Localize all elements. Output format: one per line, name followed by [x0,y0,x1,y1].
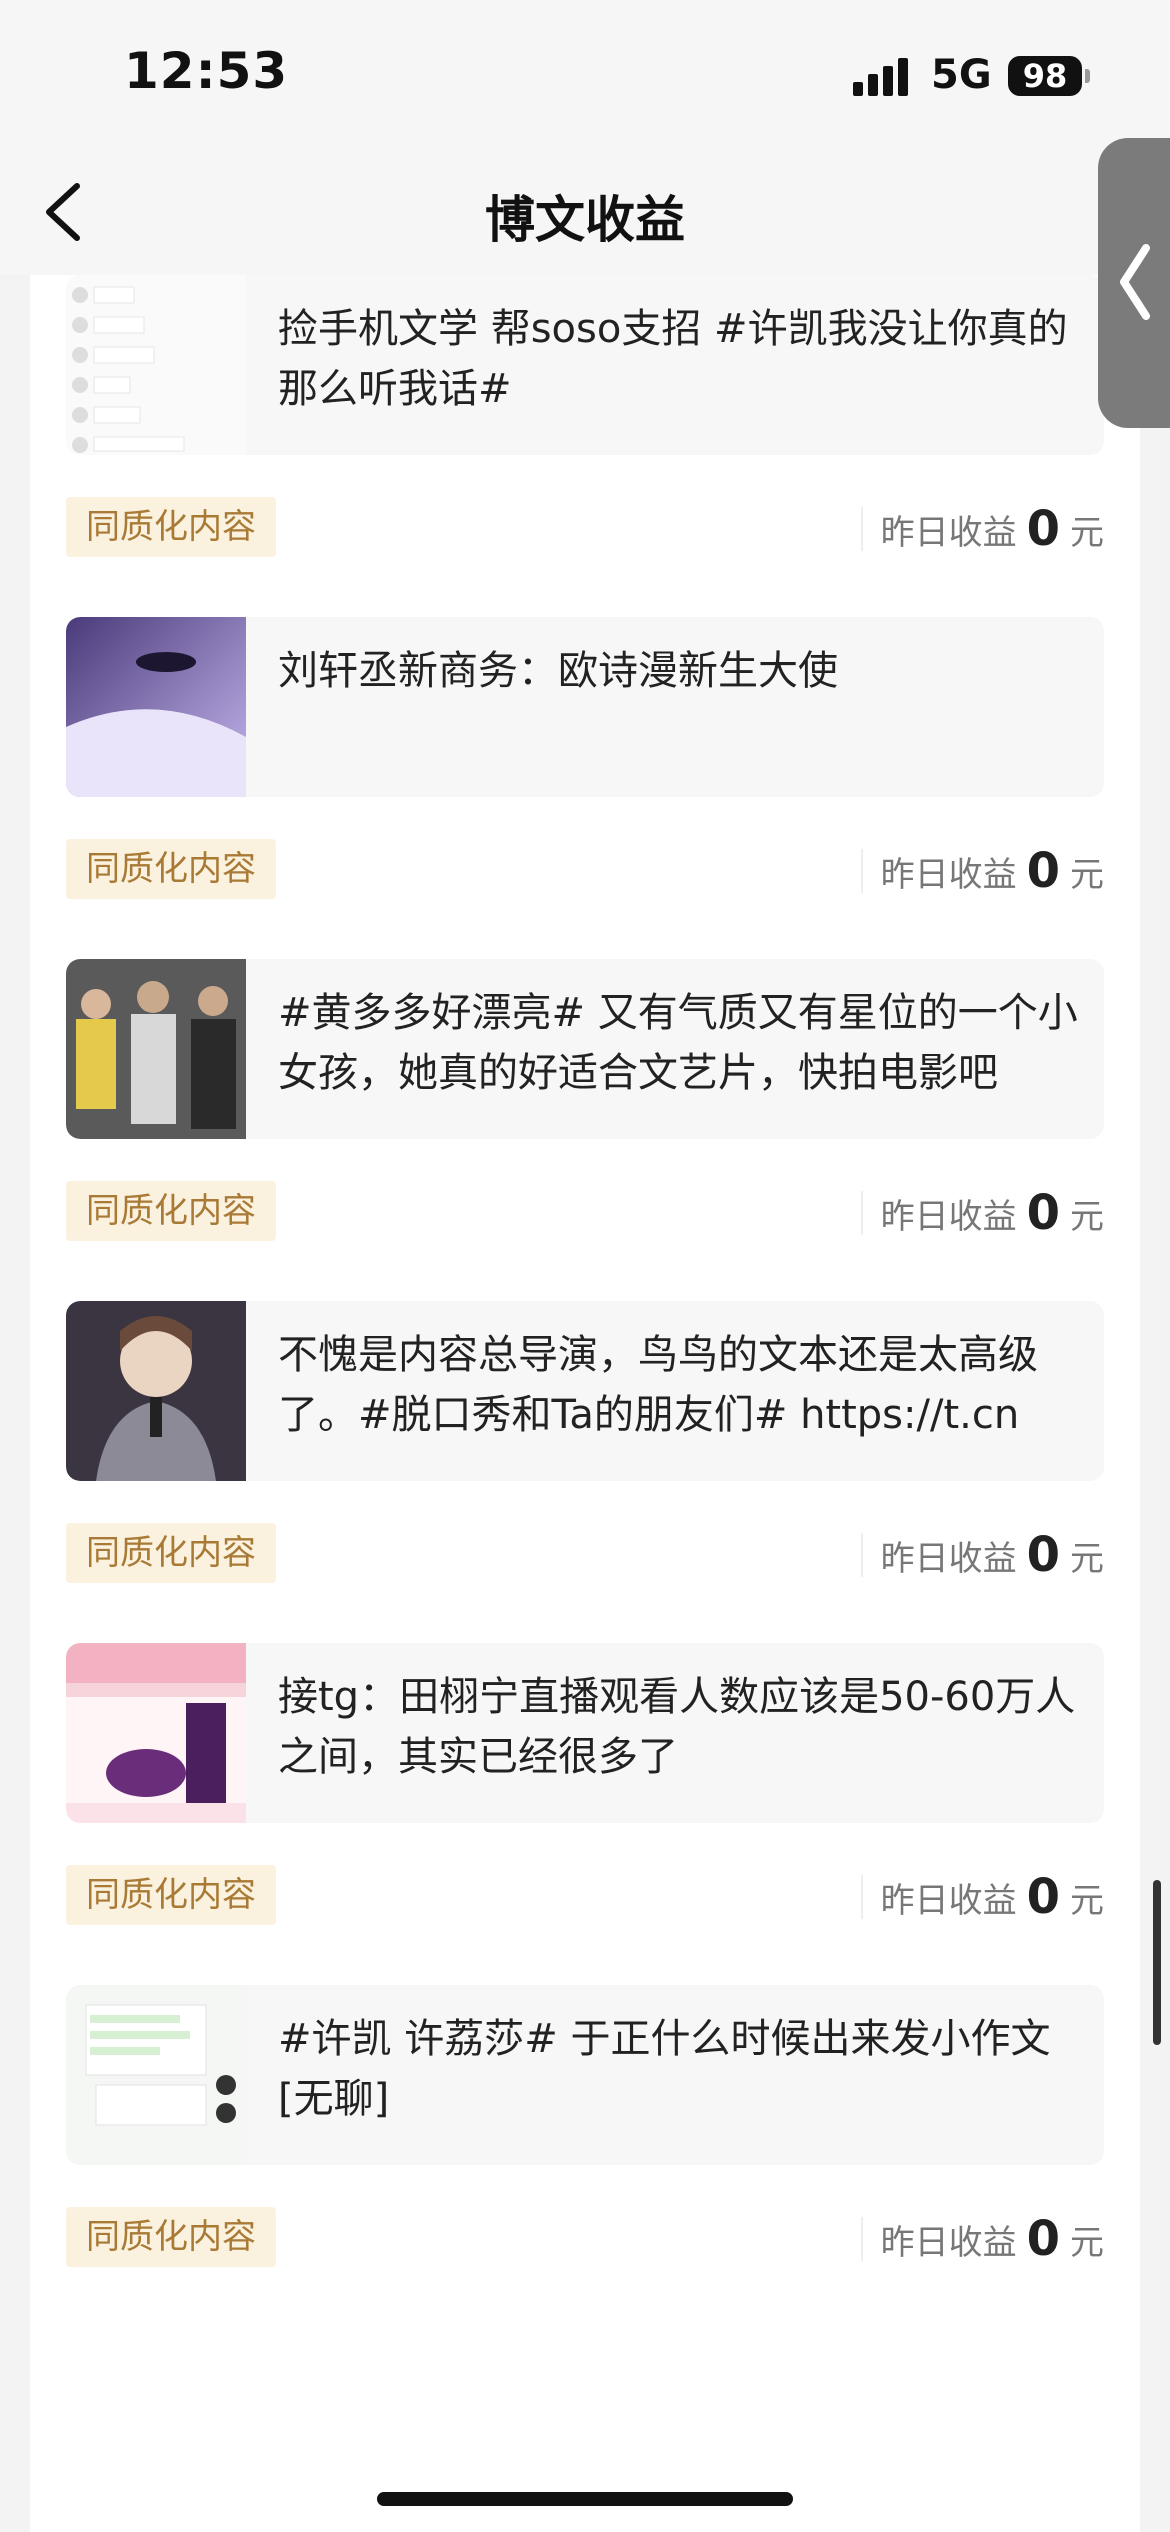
earnings-label: 昨日收益 [880,512,1017,553]
post-card[interactable]: 捡手机文学 帮soso支招 #许凯我没让你真的那么听我话# [66,275,1104,455]
earnings-unit: 元 [1070,1880,1104,1921]
content-tag: 同质化内容 [66,1865,276,1925]
post-thumbnail [66,1643,246,1823]
earnings-label: 昨日收益 [880,1196,1017,1237]
divider [860,849,863,893]
content-tag: 同质化内容 [66,497,276,557]
battery-icon: 98 [1008,56,1082,96]
earnings-value: 0 [1026,2211,1060,2267]
nav-bar: 博文收益 [0,150,1170,275]
earnings-label: 昨日收益 [880,1880,1017,1921]
post-item: 刘轩丞新商务：欧诗漫新生大使 同质化内容 昨日收益 0 元 [30,617,1140,959]
post-text: 刘轩丞新商务：欧诗漫新生大使 [278,648,838,694]
earnings-value: 0 [1026,843,1060,899]
yesterday-earnings: 昨日收益 0 元 [860,1525,1104,1585]
earnings-value: 0 [1026,1869,1060,1925]
yesterday-earnings: 昨日收益 0 元 [860,1183,1104,1243]
earnings-unit: 元 [1070,2222,1104,2263]
post-thumbnail [66,1301,246,1481]
post-text: #黄多多好漂亮# 又有气质又有星位的一个小女孩，她真的好适合文艺片，快拍电影吧 [278,990,1078,1096]
content-tag: 同质化内容 [66,839,276,899]
divider [860,1533,863,1577]
earnings-value: 0 [1026,1527,1060,1583]
post-card[interactable]: #黄多多好漂亮# 又有气质又有星位的一个小女孩，她真的好适合文艺片，快拍电影吧 [66,959,1104,1139]
earnings-unit: 元 [1070,854,1104,895]
yesterday-earnings: 昨日收益 0 元 [860,499,1104,559]
post-thumbnail [66,959,246,1139]
scrollbar[interactable] [1153,1880,1161,2045]
post-text: 不愧是内容总导演，鸟鸟的文本还是太高级了。#脱口秀和Ta的朋友们# https:… [278,1332,1038,1438]
post-item: 不愧是内容总导演，鸟鸟的文本还是太高级了。#脱口秀和Ta的朋友们# https:… [30,1301,1140,1643]
earnings-unit: 元 [1070,1196,1104,1237]
post-card[interactable]: #许凯 许荔莎# 于正什么时候出来发小作文[无聊] [66,1985,1104,2165]
signal-icon [853,58,913,96]
status-bar: 12:53 5G 98 [0,0,1170,150]
battery-tip [1085,69,1090,83]
divider [860,1191,863,1235]
post-thumbnail [66,1985,246,2165]
divider [860,507,863,551]
yesterday-earnings: 昨日收益 0 元 [860,841,1104,901]
post-text: 接tg：田栩宁直播观看人数应该是50-60万人之间，其实已经很多了 [278,1674,1076,1780]
earnings-value: 0 [1026,1185,1060,1241]
earnings-unit: 元 [1070,1538,1104,1579]
side-drawer-handle[interactable] [1098,138,1170,428]
earnings-label: 昨日收益 [880,1538,1017,1579]
post-thumbnail [66,275,246,455]
earnings-value: 0 [1026,501,1060,557]
earnings-label: 昨日收益 [880,854,1017,895]
page-title: 博文收益 [485,191,685,249]
post-text: 捡手机文学 帮soso支招 #许凯我没让你真的那么听我话# [278,306,1068,412]
content-tag: 同质化内容 [66,1523,276,1583]
post-thumbnail [66,617,246,797]
post-item: #许凯 许荔莎# 于正什么时候出来发小作文[无聊] 同质化内容 昨日收益 0 元 [30,1985,1140,2327]
post-item: 接tg：田栩宁直播观看人数应该是50-60万人之间，其实已经很多了 同质化内容 … [30,1643,1140,1985]
post-card[interactable]: 不愧是内容总导演，鸟鸟的文本还是太高级了。#脱口秀和Ta的朋友们# https:… [66,1301,1104,1481]
earnings-unit: 元 [1070,512,1104,553]
status-time: 12:53 [124,42,289,100]
post-text: #许凯 许荔莎# 于正什么时候出来发小作文[无聊] [278,2016,1051,2122]
post-item: #黄多多好漂亮# 又有气质又有星位的一个小女孩，她真的好适合文艺片，快拍电影吧 … [30,959,1140,1301]
post-card[interactable]: 刘轩丞新商务：欧诗漫新生大使 [66,617,1104,797]
content-tag: 同质化内容 [66,2207,276,2267]
divider [860,1875,863,1919]
post-list: #田栩宁直播# 唉呀妈呀，田栩宁还是太紧张了，一直嘴瓢[泪奔] #田栩宁直播# … [30,275,1140,2532]
yesterday-earnings: 昨日收益 0 元 [860,2209,1104,2269]
yesterday-earnings: 昨日收益 0 元 [860,1867,1104,1927]
post-card[interactable]: 接tg：田栩宁直播观看人数应该是50-60万人之间，其实已经很多了 [66,1643,1104,1823]
content-tag: 同质化内容 [66,1181,276,1241]
home-indicator[interactable] [377,2492,793,2506]
post-item: 捡手机文学 帮soso支招 #许凯我没让你真的那么听我话# 同质化内容 昨日收益… [30,275,1140,617]
chevron-left-icon [1120,244,1150,320]
divider [860,2217,863,2261]
network-type: 5G [931,52,992,98]
earnings-label: 昨日收益 [880,2222,1017,2263]
